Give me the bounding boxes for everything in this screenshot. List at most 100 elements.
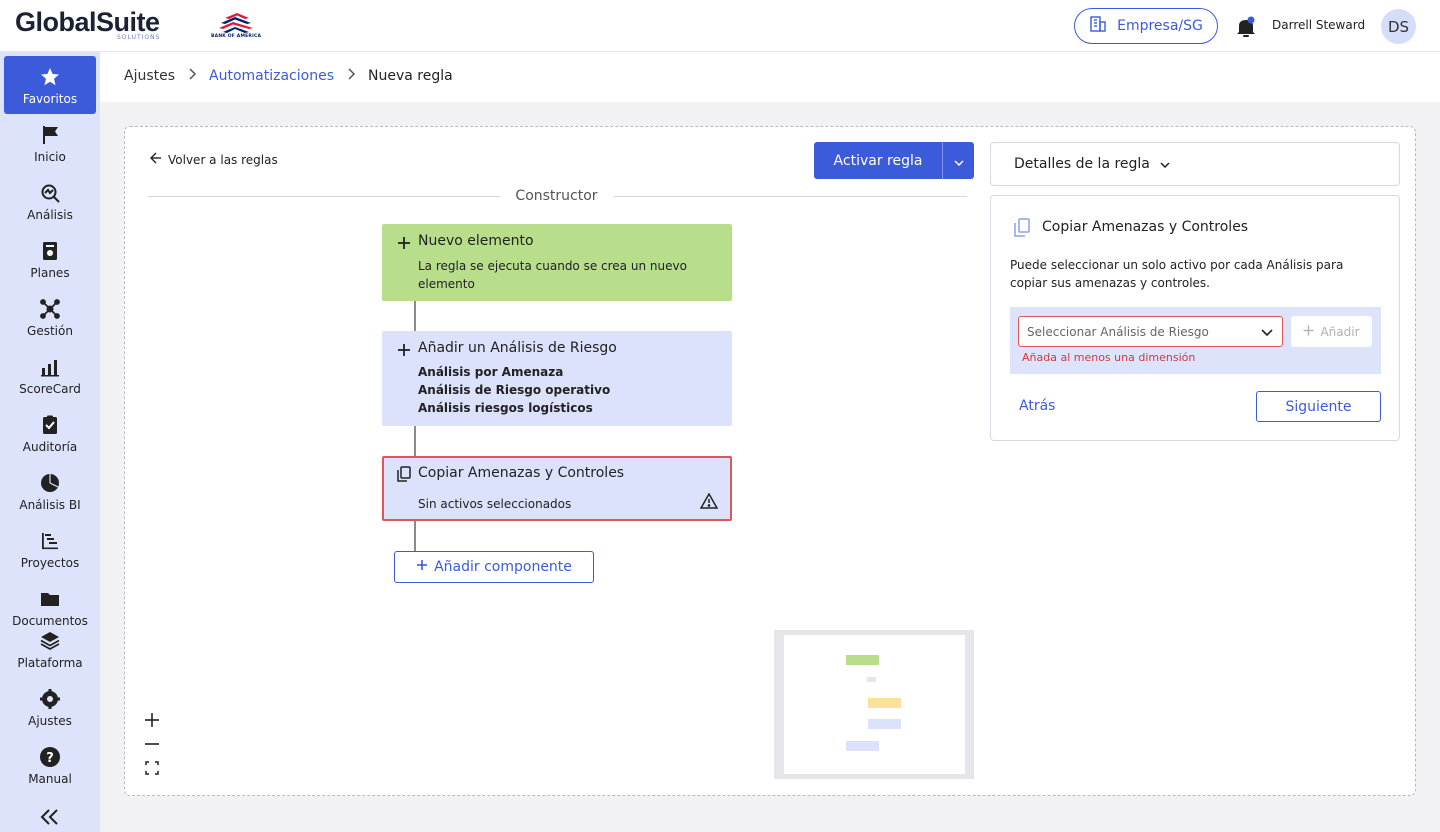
trigger-description: La regla se ejecuta cuando se crea un nu… bbox=[418, 259, 687, 291]
sidebar-item-label: Favoritos bbox=[22, 92, 78, 106]
sidebar-item-gestion[interactable]: Gestión bbox=[4, 288, 96, 346]
sidebar-item-manual[interactable]: ? Manual bbox=[4, 736, 96, 794]
plus-icon bbox=[416, 559, 428, 575]
sidebar-item-plataforma[interactable]: Plataforma bbox=[4, 620, 96, 678]
sidebar-item-scorecard[interactable]: ScoreCard bbox=[4, 346, 96, 404]
minimap-node bbox=[867, 677, 876, 682]
chart-icon bbox=[39, 356, 61, 378]
flow-connector bbox=[414, 426, 416, 456]
sidebar-item-label: Análisis bbox=[27, 208, 73, 222]
add-component-label: Añadir componente bbox=[434, 559, 572, 575]
sidebar-item-proyectos[interactable]: Proyectos bbox=[4, 520, 96, 578]
analysis-icon bbox=[39, 182, 61, 204]
network-icon bbox=[39, 298, 61, 320]
sidebar-item-label: Manual bbox=[28, 772, 72, 786]
minimap-node bbox=[846, 741, 879, 751]
flow-connector bbox=[414, 521, 416, 551]
sidebar-item-label: Inicio bbox=[34, 150, 66, 164]
back-button[interactable]: Atrás bbox=[1019, 398, 1055, 414]
minimap-node bbox=[868, 698, 901, 708]
sidebar-item-label: Proyectos bbox=[20, 556, 80, 570]
sidebar-item-label: Plataforma bbox=[17, 656, 83, 670]
plus-icon bbox=[1303, 325, 1314, 339]
list-item: Análisis riesgos logísticos bbox=[418, 401, 593, 415]
sidebar-item-label: Auditoría bbox=[22, 440, 78, 454]
back-to-rules-link[interactable]: Volver a las reglas bbox=[150, 152, 278, 167]
sidebar-item-label: Ajustes bbox=[28, 714, 72, 728]
layers-icon bbox=[39, 630, 61, 652]
sidebar-item-analisis[interactable]: Análisis bbox=[4, 172, 96, 230]
chevron-right-icon bbox=[346, 68, 356, 84]
breadcrumb-automatizaciones[interactable]: Automatizaciones bbox=[209, 68, 334, 84]
constructor-label: Constructor bbox=[500, 188, 613, 204]
action-title: Copiar Amenazas y Controles bbox=[418, 465, 625, 481]
minimap-node bbox=[846, 655, 879, 665]
building-icon bbox=[1089, 15, 1107, 37]
sidebar-item-favoritos[interactable]: Favoritos bbox=[4, 56, 96, 114]
sidebar-item-label: ScoreCard bbox=[19, 382, 81, 396]
panel-description: Puede seleccionar un solo activo por cad… bbox=[1010, 258, 1344, 290]
gantt-icon bbox=[39, 530, 61, 552]
arrow-left-icon bbox=[150, 152, 162, 167]
trigger-node[interactable]: Nuevo elemento La regla se ejecuta cuand… bbox=[382, 224, 732, 301]
sidebar-item-planes[interactable]: Planes bbox=[4, 230, 96, 288]
plus-icon bbox=[396, 235, 412, 251]
sidebar-item-auditoria[interactable]: Auditoría bbox=[4, 404, 96, 462]
sidebar-item-analisis-bi[interactable]: Análisis BI bbox=[4, 462, 96, 520]
add-analysis-button[interactable]: Añadir bbox=[1291, 316, 1372, 347]
breadcrumb: Ajustes Automatizaciones Nueva regla bbox=[124, 68, 453, 84]
copy-icon bbox=[1013, 218, 1031, 238]
add-component-button[interactable]: Añadir componente bbox=[394, 551, 594, 583]
sidebar-item-label: Planes bbox=[30, 266, 70, 280]
action-description: Sin activos seleccionados bbox=[418, 497, 572, 511]
action-node-copy-threats[interactable]: Copiar Amenazas y Controles Sin activos … bbox=[382, 456, 732, 521]
zoom-in-icon[interactable] bbox=[140, 708, 164, 732]
breadcrumb-ajustes[interactable]: Ajustes bbox=[124, 68, 175, 84]
back-to-rules-label: Volver a las reglas bbox=[168, 152, 278, 167]
flag-icon bbox=[39, 124, 61, 146]
activate-rule-button[interactable]: Activar regla bbox=[814, 142, 942, 179]
rule-details-toggle[interactable]: Detalles de la regla bbox=[990, 142, 1400, 186]
sidebar-item-inicio[interactable]: Inicio bbox=[4, 114, 96, 172]
action-node-add-analysis[interactable]: Añadir un Análisis de Riesgo Análisis po… bbox=[382, 331, 732, 426]
add-label: Añadir bbox=[1320, 324, 1360, 339]
pie-icon bbox=[39, 472, 61, 494]
sidebar-item-ajustes[interactable]: Ajustes bbox=[4, 678, 96, 736]
chevron-down-icon bbox=[953, 151, 964, 170]
avatar[interactable]: DS bbox=[1381, 9, 1416, 44]
company-label: Empresa/SG bbox=[1117, 18, 1203, 34]
svg-text:?: ? bbox=[46, 751, 54, 766]
zoom-controls bbox=[140, 708, 164, 780]
select-placeholder: Seleccionar Análisis de Riesgo bbox=[1027, 324, 1209, 339]
analysis-list: Análisis por Amenaza Análisis de Riesgo … bbox=[418, 363, 610, 417]
chevron-right-icon bbox=[187, 68, 197, 84]
folder-icon bbox=[39, 588, 61, 610]
sidebar: Favoritos Inicio Análisis Planes Gestión… bbox=[0, 52, 100, 832]
gear-icon bbox=[39, 688, 61, 710]
next-button[interactable]: Siguiente bbox=[1256, 391, 1381, 422]
flow-connector bbox=[414, 301, 416, 331]
sidebar-item-label: Gestión bbox=[27, 324, 73, 338]
copy-icon bbox=[396, 466, 412, 482]
notifications-bell-icon[interactable] bbox=[1236, 16, 1256, 38]
chevron-down-icon bbox=[1160, 156, 1170, 172]
analysis-select-row: Seleccionar Análisis de Riesgo Añadir Añ… bbox=[1010, 307, 1381, 374]
globalsuite-logo[interactable]: GlobalSuite SOLUTIONS bbox=[15, 8, 160, 41]
user-name[interactable]: Darrell Steward bbox=[1272, 18, 1365, 32]
divider-line bbox=[148, 196, 503, 197]
bank-of-america-logo: BANK OF AMERICA bbox=[211, 12, 263, 42]
partner-text: BANK OF AMERICA bbox=[211, 34, 262, 39]
collapse-sidebar-icon[interactable] bbox=[38, 806, 62, 828]
breadcrumb-current: Nueva regla bbox=[368, 68, 453, 84]
panel-title: Copiar Amenazas y Controles bbox=[1042, 219, 1249, 235]
help-icon: ? bbox=[39, 746, 61, 768]
minimap[interactable] bbox=[774, 630, 974, 779]
trigger-title: Nuevo elemento bbox=[418, 233, 534, 249]
zoom-out-icon[interactable] bbox=[140, 732, 164, 756]
fit-view-icon[interactable] bbox=[140, 756, 164, 780]
top-bar: GlobalSuite SOLUTIONS BANK OF AMERICA Em… bbox=[0, 0, 1440, 52]
action-title: Añadir un Análisis de Riesgo bbox=[418, 340, 617, 356]
risk-analysis-select[interactable]: Seleccionar Análisis de Riesgo bbox=[1018, 316, 1283, 347]
activate-options-button[interactable] bbox=[942, 142, 974, 179]
company-selector-button[interactable]: Empresa/SG bbox=[1074, 8, 1218, 44]
